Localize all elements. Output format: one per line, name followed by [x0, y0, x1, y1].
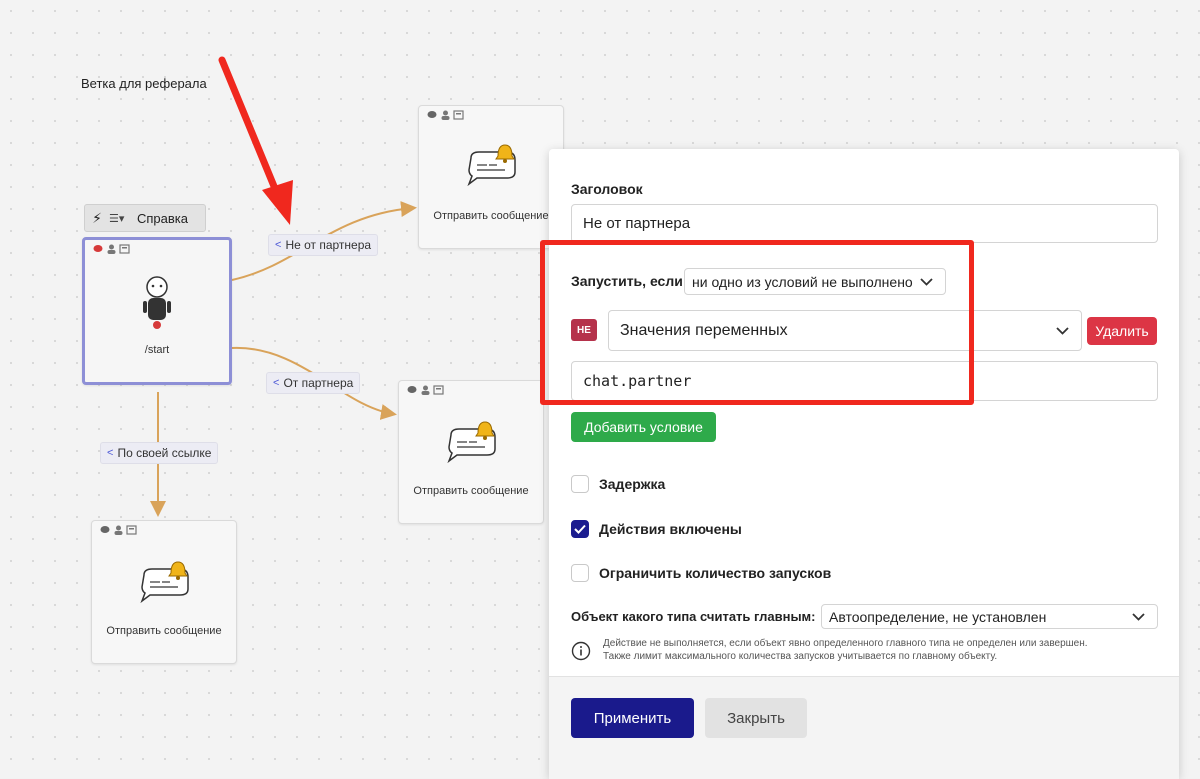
delay-label: Задержка — [599, 476, 666, 492]
main-type-label: Объект какого типа считать главным: — [571, 609, 816, 624]
branch-icon: < — [275, 239, 282, 251]
branch-icon: < — [273, 377, 280, 389]
message-bell-icon — [140, 561, 189, 603]
delete-condition-button[interactable]: Удалить — [1087, 317, 1157, 345]
user-icon — [421, 385, 430, 395]
run-if-label: Запустить, если — [571, 273, 683, 289]
edge-settings-dialog: Заголовок Не от партнера Запустить, если… — [549, 149, 1179, 779]
chevron-down-icon — [1132, 612, 1145, 621]
edge-label-own-link[interactable]: < По своей ссылке — [100, 442, 219, 464]
node-icons — [93, 244, 130, 254]
chevron-down-icon — [920, 277, 933, 286]
robot-icon — [143, 276, 171, 329]
node-icons — [427, 110, 464, 120]
chat-icon — [427, 111, 437, 118]
message-bell-icon — [467, 144, 516, 186]
run-if-select[interactable]: ни одно из условий не выполнено — [684, 268, 946, 295]
info-line: Действие не выполняется, если объект явн… — [603, 638, 1088, 649]
node-label: Отправить сообщение — [106, 625, 222, 637]
apply-button[interactable]: Применить — [571, 698, 694, 738]
variable-input-value: chat.partner — [583, 372, 692, 390]
actions-enabled-checkbox[interactable] — [571, 520, 589, 538]
main-type-value: Автоопределение, не установлен — [829, 608, 1047, 625]
chat-icon — [100, 526, 110, 533]
list-menu-icon[interactable]: ☰▾ — [109, 212, 133, 225]
condition-type-value: Значения переменных — [620, 321, 788, 339]
close-button[interactable]: Закрыть — [705, 698, 807, 738]
window-icon — [453, 110, 464, 120]
node-label: /start — [144, 344, 170, 356]
info-line: Также лимит максимального количества зап… — [603, 651, 998, 662]
limit-runs-label: Ограничить количество запусков — [599, 565, 832, 581]
limit-runs-checkbox[interactable] — [571, 564, 589, 582]
actions-enabled-row[interactable]: Действия включены — [571, 520, 742, 538]
help-button[interactable]: Справка — [133, 211, 188, 226]
message-bell-icon — [447, 421, 496, 463]
node-icons — [100, 525, 137, 535]
branch-icon: < — [107, 447, 114, 459]
send-message-node[interactable]: Отправить сообщение — [398, 380, 544, 524]
chat-icon — [93, 245, 103, 252]
window-icon — [433, 385, 444, 395]
info-icon — [571, 641, 591, 661]
start-node[interactable]: /start — [82, 237, 232, 385]
title-input-value: Не от партнера — [583, 215, 691, 232]
chevron-down-icon — [1056, 326, 1069, 335]
send-message-node[interactable]: Отправить сообщение — [91, 520, 237, 664]
edge-label-not-partner[interactable]: < Не от партнера — [268, 234, 379, 256]
lightning-icon[interactable]: ⚡ — [85, 210, 109, 227]
edge-label-text: От партнера — [283, 376, 354, 390]
not-badge[interactable]: НЕ — [571, 319, 597, 341]
edge-label-text: По своей ссылке — [117, 446, 212, 460]
condition-type-select[interactable]: Значения переменных — [608, 310, 1082, 351]
delay-row[interactable]: Задержка — [571, 475, 665, 493]
info-text: Действие не выполняется, если объект явн… — [603, 637, 1088, 663]
variable-input[interactable]: chat.partner — [571, 361, 1158, 401]
window-icon — [126, 525, 137, 535]
window-icon — [119, 244, 130, 254]
add-condition-button[interactable]: Добавить условие — [571, 412, 716, 442]
checkmark-icon — [574, 524, 586, 534]
dialog-footer: Применить Закрыть — [549, 676, 1179, 779]
run-if-select-value: ни одно из условий не выполнено — [692, 273, 913, 290]
edge-label-text: Не от партнера — [285, 238, 372, 252]
limit-runs-row[interactable]: Ограничить количество запусков — [571, 564, 831, 582]
title-field-label: Заголовок — [571, 181, 643, 197]
title-input[interactable]: Не от партнера — [571, 204, 1158, 243]
node-icons — [407, 385, 444, 395]
user-icon — [441, 110, 450, 120]
node-toolbar: ⚡ ☰▾ Справка — [84, 204, 206, 232]
delay-checkbox[interactable] — [571, 475, 589, 493]
user-icon — [107, 244, 116, 254]
user-icon — [114, 525, 123, 535]
node-label: Отправить сообщение — [433, 210, 549, 222]
node-label: Отправить сообщение — [413, 485, 529, 497]
edge-label-partner[interactable]: < От партнера — [266, 372, 361, 394]
main-type-select[interactable]: Автоопределение, не установлен — [821, 604, 1158, 629]
chat-icon — [407, 386, 417, 393]
send-message-node[interactable]: Отправить сообщение — [418, 105, 564, 249]
actions-enabled-label: Действия включены — [599, 521, 742, 537]
